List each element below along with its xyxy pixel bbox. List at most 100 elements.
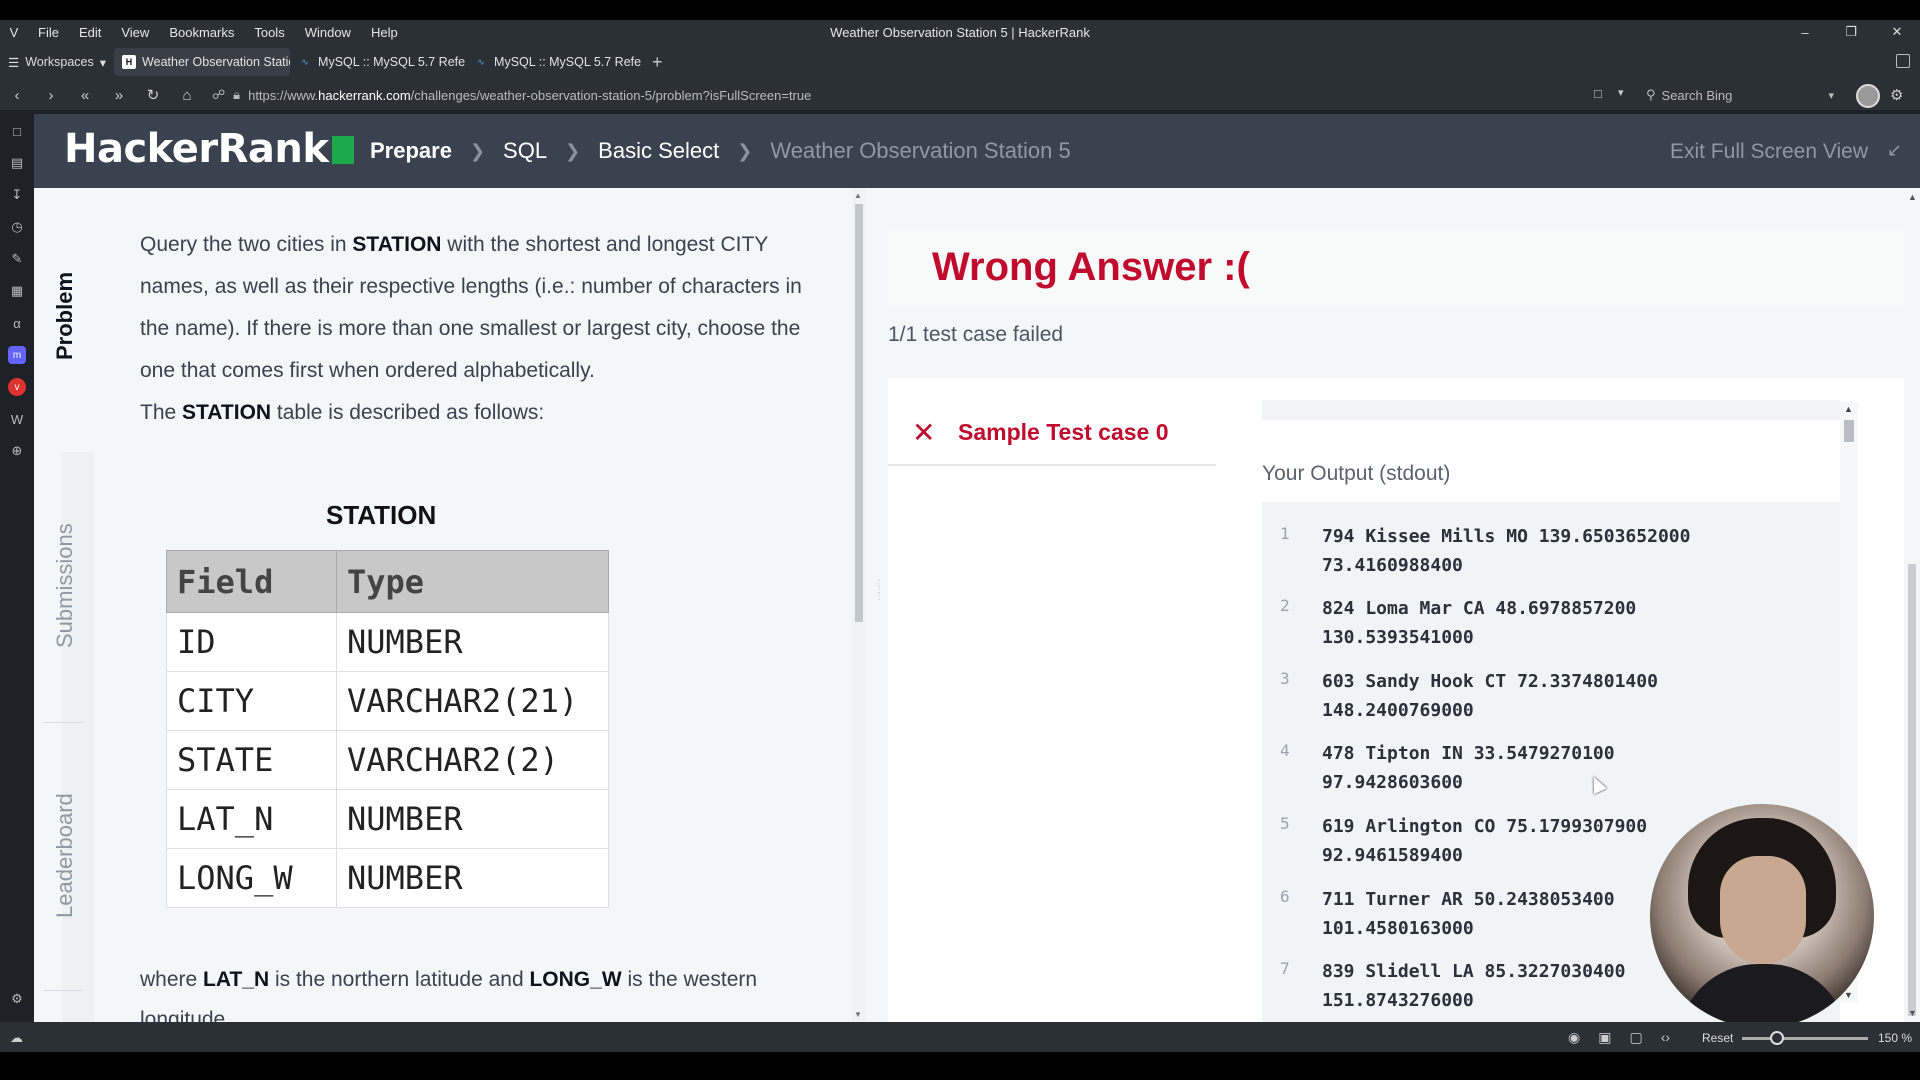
shield-icon[interactable]: ☍ xyxy=(212,87,225,103)
settings-gear-icon[interactable]: ⚙ xyxy=(8,990,26,1008)
problem-paragraph: Query the two cities in STATION with the… xyxy=(140,233,802,382)
table-header: Field xyxy=(166,550,337,613)
tab-mysql-reference-1[interactable]: ∿ MySQL :: MySQL 5.7 Refere xyxy=(290,48,466,76)
home-icon[interactable]: ⌂ xyxy=(170,87,204,104)
tab-problem[interactable]: Problem xyxy=(52,272,78,360)
tab-submissions[interactable]: Submissions xyxy=(52,523,78,648)
table-row: LONG_W NUMBER xyxy=(166,848,609,908)
vivaldi-red-icon[interactable]: v xyxy=(8,378,26,396)
profile-avatar[interactable] xyxy=(1856,84,1880,108)
scroll-thumb[interactable] xyxy=(1908,564,1916,1016)
tab-label: Weather Observation Statio xyxy=(142,55,291,69)
fast-forward-icon[interactable]: » xyxy=(102,87,136,104)
lock-icon[interactable]: 🔒︎ xyxy=(233,87,240,103)
top-band xyxy=(0,0,1920,20)
table-row: STATE VARCHAR2(2) xyxy=(166,730,609,790)
chevron-down-icon[interactable]: ▾ xyxy=(1618,86,1624,99)
image-toggle-icon[interactable]: ▣ xyxy=(1598,1029,1611,1046)
zoom-slider-handle[interactable] xyxy=(1770,1031,1784,1045)
extensions-icon[interactable]: ⚙ xyxy=(1890,86,1903,104)
capture-icon[interactable]: ◉ xyxy=(1568,1029,1580,1046)
notes-icon[interactable]: ✎ xyxy=(8,250,26,268)
problem-scrollbar[interactable]: ▲ ▼ xyxy=(852,188,866,1022)
station-schema-table: Field Type ID NUMBER CITY VARCHAR2(21) STA… xyxy=(166,550,609,908)
translate-icon[interactable]: α xyxy=(8,314,26,332)
result-status: Wrong Answer :( xyxy=(932,245,1250,289)
history-icon[interactable]: ◷ xyxy=(8,218,26,236)
downloads-icon[interactable]: ↧ xyxy=(8,186,26,204)
sync-cloud-icon[interactable]: ☁ xyxy=(10,1030,23,1046)
chevron-right-icon: ❯ xyxy=(565,140,581,161)
breadcrumb-prepare[interactable]: Prepare xyxy=(370,138,452,164)
zoom-reset-button[interactable]: Reset xyxy=(1702,1031,1733,1045)
chevron-down-icon: ▾ xyxy=(99,55,107,70)
menu-edit[interactable]: Edit xyxy=(69,25,111,40)
url-text: https://www.hackerrank.com/challenges/we… xyxy=(248,87,812,103)
page-actions-icon[interactable]: ‹› xyxy=(1661,1029,1670,1046)
minimize-icon[interactable]: – xyxy=(1782,20,1828,44)
tab-label: MySQL :: MySQL 5.7 Refere xyxy=(318,55,467,69)
breadcrumb-basic-select[interactable]: Basic Select xyxy=(598,138,719,164)
menu-window[interactable]: Window xyxy=(295,25,361,40)
table-cell: STATE xyxy=(166,730,337,790)
exit-fullscreen-button[interactable]: Exit Full Screen View xyxy=(1670,140,1868,164)
hackerrank-logo[interactable]: HackerRank xyxy=(64,126,355,172)
logo-green-square xyxy=(332,136,355,164)
forward-icon[interactable]: › xyxy=(34,87,68,104)
menu-tools[interactable]: Tools xyxy=(244,25,294,40)
page-tiling-icon[interactable]: ▢ xyxy=(1629,1029,1642,1046)
bookmark-icon[interactable]: □ xyxy=(1594,86,1602,101)
wikipedia-icon[interactable]: W xyxy=(8,410,26,428)
back-icon[interactable]: ‹ xyxy=(0,87,34,104)
webcam-body xyxy=(1678,964,1848,1028)
search-icon: ⚲ xyxy=(1646,87,1656,102)
page-scrollbar[interactable]: ▲ ▼ xyxy=(1904,188,1920,1022)
result-summary: 1/1 test case failed xyxy=(888,323,1064,346)
breadcrumb-sql[interactable]: SQL xyxy=(503,138,547,164)
menu-view[interactable]: View xyxy=(111,25,159,40)
scroll-up-icon[interactable]: ▲ xyxy=(1844,404,1853,414)
menu-help[interactable]: Help xyxy=(361,25,408,40)
tab-weather-observation[interactable]: H Weather Observation Statio xyxy=(114,48,291,76)
rewind-icon[interactable]: « xyxy=(68,87,102,104)
scroll-down-icon[interactable]: ▼ xyxy=(1844,990,1853,1000)
scroll-up-icon[interactable]: ▲ xyxy=(1908,192,1917,202)
mastodon-icon[interactable]: m xyxy=(8,346,26,364)
search-placeholder: Search Bing xyxy=(1661,87,1733,103)
problem-statement: Query the two cities in STATION with the… xyxy=(140,224,820,434)
reload-icon[interactable]: ↻ xyxy=(136,86,170,104)
vivaldi-logo-icon[interactable]: V xyxy=(0,20,28,44)
menu-bar: V File Edit View Bookmarks Tools Window … xyxy=(0,20,1920,44)
menu-file[interactable]: File xyxy=(28,25,69,40)
reading-list-icon[interactable]: ▤ xyxy=(8,154,26,172)
workspaces-button[interactable]: ☰ Workspaces ▾ xyxy=(0,55,114,70)
scroll-thumb[interactable] xyxy=(855,204,863,622)
scroll-down-icon[interactable]: ▼ xyxy=(1908,1008,1917,1018)
zoom-slider[interactable] xyxy=(1742,1037,1868,1040)
tab-leaderboard[interactable]: Leaderboard xyxy=(52,793,78,918)
scroll-down-icon[interactable]: ▼ xyxy=(854,1010,862,1019)
table-cell: NUMBER xyxy=(336,848,609,908)
collapse-icon[interactable]: ↙ xyxy=(1887,140,1902,161)
table-cell: NUMBER xyxy=(336,789,609,849)
new-tab-plus-icon[interactable]: + xyxy=(642,52,673,73)
table-row: LAT_N NUMBER xyxy=(166,789,609,849)
calendar-icon[interactable]: ▦ xyxy=(8,282,26,300)
table-cell: NUMBER xyxy=(336,612,609,672)
menu-bookmarks[interactable]: Bookmarks xyxy=(159,25,244,40)
scroll-thumb[interactable] xyxy=(1844,420,1854,442)
tab-stack-icon[interactable] xyxy=(1896,54,1910,68)
tab-mysql-reference-2[interactable]: ∿ MySQL :: MySQL 5.7 Refere xyxy=(466,48,642,76)
search-field[interactable]: ⚲ Search Bing ▾ xyxy=(1640,84,1840,106)
search-engine-dropdown-icon[interactable]: ▾ xyxy=(1828,89,1834,102)
add-panel-icon[interactable]: ⊕ xyxy=(8,442,26,460)
table-header: Type xyxy=(336,550,609,613)
previous-output-box xyxy=(1262,400,1840,420)
breadcrumb-current: Weather Observation Station 5 xyxy=(770,138,1071,163)
restore-icon[interactable]: ❐ xyxy=(1828,20,1874,44)
bookmarks-panel-icon[interactable]: □ xyxy=(8,122,26,140)
scroll-up-icon[interactable]: ▲ xyxy=(854,191,862,200)
testcase-tab[interactable]: ✕ Sample Test case 0 xyxy=(888,400,1216,466)
url-field[interactable]: ☍ 🔒︎ https://www.hackerrank.com/challeng… xyxy=(212,84,1604,106)
close-icon[interactable]: ✕ xyxy=(1874,20,1920,44)
